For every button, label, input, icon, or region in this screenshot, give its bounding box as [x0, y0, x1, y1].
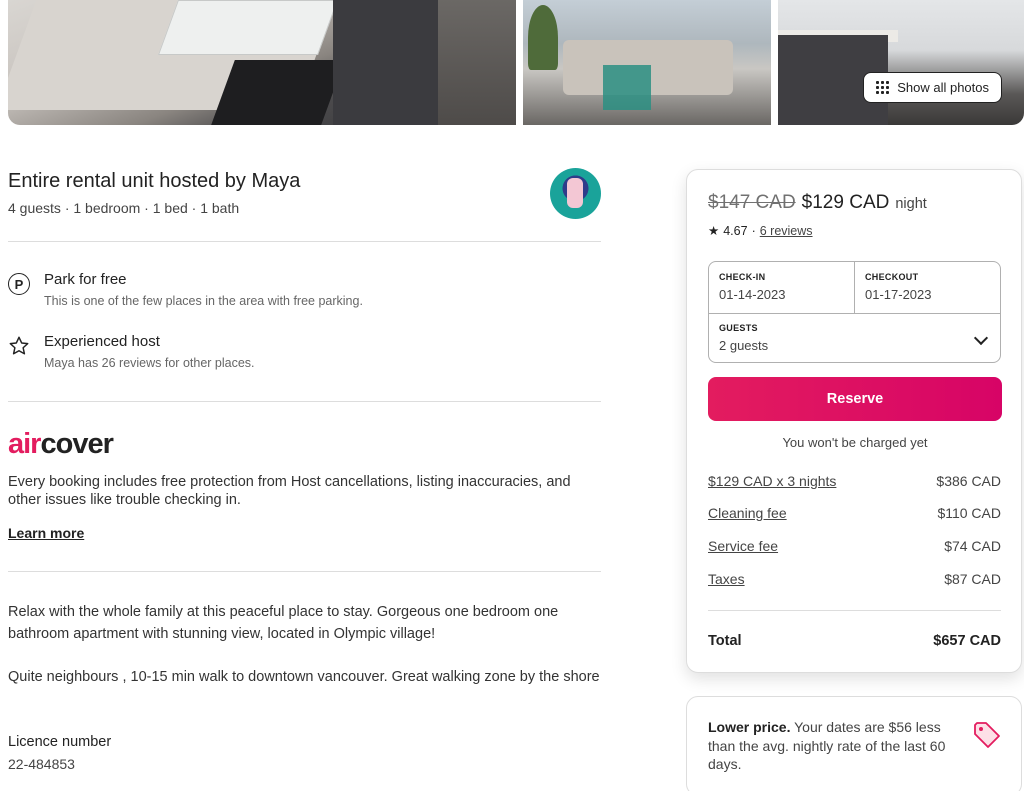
listing-title: Entire rental unit hosted by Maya	[8, 170, 301, 192]
kitchen-island-photo[interactable]	[778, 0, 1024, 125]
description-paragraph: Relax with the whole family at this peac…	[8, 604, 559, 642]
coffee-table-shape	[603, 65, 651, 110]
aircover-logo: aircover	[8, 428, 114, 460]
feature-title: Experienced host	[44, 333, 160, 350]
price-unit: night	[895, 196, 927, 212]
rating: ★ 4.67 · 6 reviews	[708, 223, 813, 239]
star-icon	[9, 336, 29, 355]
kitchen-photo[interactable]	[8, 0, 516, 125]
divider	[8, 241, 601, 242]
fee-row-service: Service fee $74 CAD	[708, 538, 1001, 554]
fee-amount: $110 CAD	[937, 505, 1001, 521]
guests-dropdown[interactable]: GUESTS 2 guests	[709, 313, 1000, 363]
no-charge-note: You won't be charged yet	[782, 435, 928, 450]
dishwasher-shape	[211, 60, 345, 125]
checkout-value: 01-17-2023	[865, 287, 932, 302]
fee-label[interactable]: $129 CAD x 3 nights	[708, 473, 836, 489]
total-row: Total $657 CAD	[708, 633, 1001, 649]
feature-title: Park for free	[44, 271, 127, 288]
feature-description: This is one of the few places in the are…	[44, 294, 363, 308]
booking-picker: CHECK-IN 01-14-2023 CHECKOUT 01-17-2023 …	[708, 261, 1001, 363]
feature-description: Maya has 26 reviews for other places.	[44, 356, 255, 370]
fee-row-cleaning: Cleaning fee $110 CAD	[708, 505, 1001, 521]
show-all-photos-label: Show all photos	[897, 80, 989, 95]
fee-label[interactable]: Taxes	[708, 571, 745, 587]
divider	[708, 610, 1001, 611]
price-tag-icon	[974, 722, 1000, 748]
reserve-button[interactable]: Reserve	[708, 377, 1002, 421]
total-amount: $657 CAD	[933, 633, 1001, 649]
checkin-value: 01-14-2023	[719, 287, 786, 302]
checkout-label: CHECKOUT	[865, 272, 919, 282]
show-all-photos-button[interactable]: Show all photos	[863, 72, 1002, 103]
guests-value: 2 guests	[719, 338, 769, 353]
living-room-photo[interactable]	[523, 0, 771, 125]
lower-price-card: Lower price. Your dates are $56 less tha…	[686, 696, 1022, 791]
licence-label: Licence number	[8, 734, 112, 750]
fee-amount: $386 CAD	[936, 473, 1001, 489]
fee-row-taxes: Taxes $87 CAD	[708, 571, 1001, 587]
floor-shape	[438, 0, 516, 125]
reviews-link[interactable]: 6 reviews	[760, 224, 813, 238]
fee-amount: $87 CAD	[944, 571, 1001, 587]
fee-label[interactable]: Service fee	[708, 538, 778, 554]
cutting-board-shape	[157, 0, 339, 55]
checkout-field[interactable]: CHECKOUT 01-17-2023	[855, 262, 1001, 313]
host-avatar[interactable]	[550, 168, 601, 219]
learn-more-link[interactable]: Learn more	[8, 525, 84, 541]
divider	[8, 401, 601, 402]
rating-separator: ·	[751, 223, 756, 238]
guests-label: GUESTS	[719, 323, 758, 333]
parking-icon: P	[8, 273, 30, 295]
fee-label[interactable]: Cleaning fee	[708, 505, 787, 521]
photo-gallery: Show all photos	[8, 0, 1024, 125]
divider	[8, 571, 601, 572]
checkin-field[interactable]: CHECK-IN 01-14-2023	[709, 262, 855, 313]
original-price: $147 CAD	[708, 192, 796, 213]
licence-number: 22-484853	[8, 756, 75, 772]
fee-row-nights: $129 CAD x 3 nights $386 CAD	[708, 473, 1001, 489]
fee-amount: $74 CAD	[944, 538, 1001, 554]
discounted-price: $129 CAD	[801, 192, 890, 213]
lower-price-text: Lower price. Your dates are $56 less tha…	[708, 718, 960, 774]
aircover-description: Every booking includes free protection f…	[8, 474, 571, 508]
total-label: Total	[708, 633, 742, 649]
listing-summary: 4 guests · 1 bedroom · 1 bed · 1 bath	[8, 200, 240, 216]
checkin-label: CHECK-IN	[719, 272, 766, 282]
plant-shape	[528, 5, 558, 70]
cabinets-shape	[333, 0, 453, 125]
description-paragraph: Quite neighbours , 10-15 min walk to dow…	[8, 669, 600, 685]
star-filled-icon: ★	[708, 224, 720, 238]
grid-icon	[876, 81, 890, 94]
lower-price-title: Lower price.	[708, 719, 791, 735]
booking-card: $147 CAD $129 CAD night ★ 4.67 · 6 revie…	[686, 169, 1022, 673]
rating-value: 4.67	[723, 223, 748, 238]
price-row: $147 CAD $129 CAD night	[708, 192, 927, 214]
